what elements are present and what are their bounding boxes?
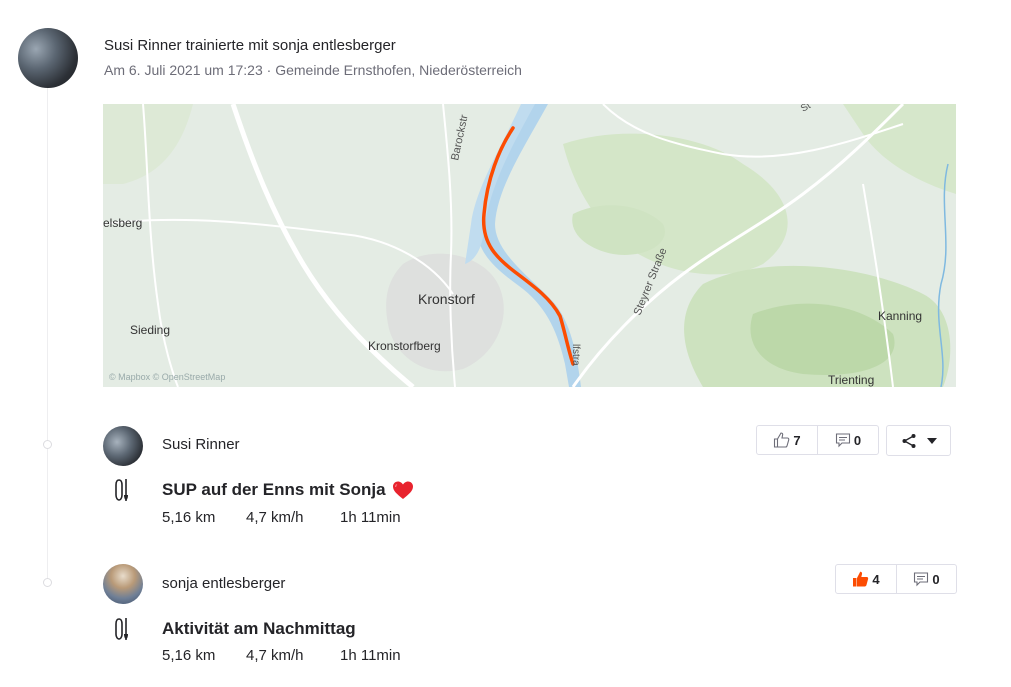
comment-button[interactable]: 0 [817, 426, 878, 454]
stand-up-paddle-icon [115, 479, 128, 501]
kudos-button[interactable]: 4 [836, 565, 896, 593]
kudos-comment-group: 7 0 [756, 425, 879, 455]
timeline-dot [43, 578, 52, 587]
comment-icon [835, 433, 850, 448]
athlete-name[interactable]: sonja entlesberger [162, 575, 285, 592]
share-button[interactable] [886, 425, 951, 456]
comment-button[interactable]: 0 [896, 565, 956, 593]
athlete-avatar[interactable] [103, 426, 143, 466]
map-label-sieding: Sieding [130, 323, 170, 337]
activity-title[interactable]: SUP auf der Enns mit Sonja [162, 480, 414, 500]
activity-title[interactable]: Aktivität am Nachmittag [162, 619, 356, 639]
activity-title-text[interactable]: Aktivität am Nachmittag [162, 619, 356, 639]
thumbs-up-icon [853, 571, 869, 587]
stat-speed: 4,7 km/h [246, 647, 304, 664]
map-label-elsberg: elsberg [103, 216, 142, 230]
athlete-avatar[interactable] [103, 564, 143, 604]
map-label-kronstorfberg: Kronstorfberg [368, 339, 441, 353]
stat-time: 1h 11min [340, 509, 401, 526]
group-meta: Am 6. Juli 2021 um 17:23 · Gemeinde Erns… [104, 62, 522, 78]
map-label-kanning: Kanning [878, 309, 922, 323]
stat-distance: 5,16 km [162, 509, 216, 526]
timeline-line [47, 86, 48, 586]
heart-emoji-icon [392, 481, 413, 499]
activity-map[interactable]: Kronstorf Kronstorfberg Sieding elsberg … [103, 104, 956, 387]
stand-up-paddle-icon [115, 618, 128, 640]
map-label-lfstra: lfstra [570, 344, 581, 366]
map-canvas: Kronstorf Kronstorfberg Sieding elsberg … [103, 104, 956, 387]
map-label-trienting: Trienting [828, 373, 874, 387]
stat-time: 1h 11min [340, 647, 401, 664]
activity-title-text[interactable]: SUP auf der Enns mit Sonja [162, 480, 386, 500]
comment-count: 0 [932, 571, 940, 587]
activity-stats: 5,16 km 4,7 km/h 1h 11min [162, 509, 401, 526]
thumbs-up-icon [774, 432, 790, 448]
kudos-button[interactable]: 7 [757, 426, 817, 454]
athlete-name[interactable]: Susi Rinner [162, 436, 240, 453]
caret-down-icon [926, 437, 937, 444]
map-attribution: © Mapbox © OpenStreetMap [109, 372, 225, 382]
comment-icon [914, 572, 929, 587]
activity-stats: 5,16 km 4,7 km/h 1h 11min [162, 647, 401, 664]
share-icon [902, 433, 915, 448]
comment-count: 0 [853, 432, 862, 448]
kudos-count: 7 [793, 432, 801, 448]
kudos-comment-group: 4 0 [835, 564, 957, 594]
group-avatar[interactable] [18, 28, 78, 88]
kudos-count: 4 [872, 571, 880, 587]
stat-distance: 5,16 km [162, 647, 216, 664]
stat-speed: 4,7 km/h [246, 509, 304, 526]
timeline-dot [43, 440, 52, 449]
group-title[interactable]: Susi Rinner trainierte mit sonja entlesb… [104, 37, 396, 54]
map-label-kronstorf: Kronstorf [418, 291, 475, 307]
